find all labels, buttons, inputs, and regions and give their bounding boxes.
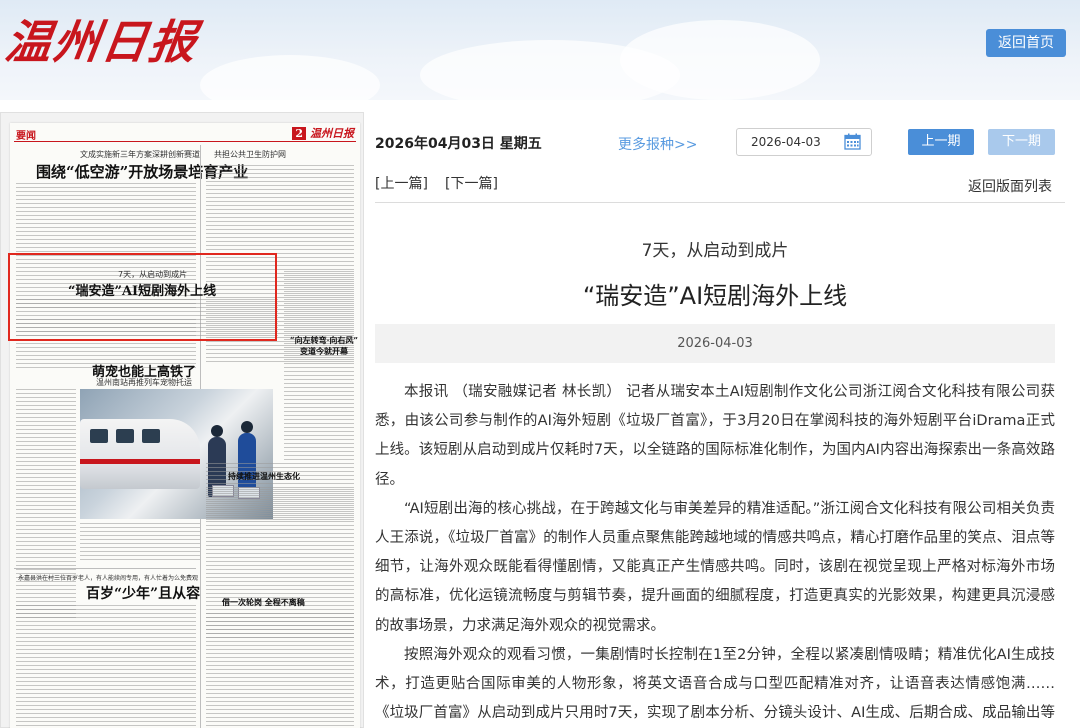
back-to-list-link[interactable]: 返回版面列表 bbox=[968, 176, 1052, 196]
more-papers-link[interactable]: 更多报种>> bbox=[618, 134, 697, 154]
page-section-label: 要闻 bbox=[16, 131, 36, 142]
newspaper-page-panel: 要闻 2 温州日报 文成实施新三年方案深耕创新赛道 围绕“低空游”开放场景培育产业… bbox=[0, 112, 364, 728]
text-block bbox=[206, 613, 354, 728]
cloud-decoration bbox=[620, 20, 820, 100]
story-kicker: 永嘉县洪在村三位百岁老人，有人能续闹专用，有人忙着为么免费观，有人尽量能讲究—— bbox=[18, 575, 198, 582]
page-masthead: 2 温州日报 bbox=[292, 125, 354, 141]
article-date: 2026-04-03 bbox=[375, 324, 1055, 363]
text-block bbox=[284, 363, 354, 463]
cloud-decoration bbox=[200, 55, 380, 100]
calendar-icon[interactable] bbox=[844, 133, 861, 150]
train-window bbox=[116, 429, 134, 443]
page-number: 2 bbox=[292, 127, 306, 140]
site-header: 温州日报 返回首页 bbox=[0, 0, 1080, 100]
section-rule bbox=[14, 568, 196, 569]
story-kicker: 温州南站再推列车宠物托运 bbox=[96, 378, 192, 387]
article-paragraph: 按照海外观众的观看习惯，一集剧情时长控制在1至2分钟，全程以紧凑剧情吸睛；精准优… bbox=[375, 646, 1055, 722]
article-paragraph: “AI短剧出海的核心挑战，在于跨越文化与审美差异的精准适配。”浙江阅合文化科技有… bbox=[375, 500, 1055, 634]
article-paragraph: 本报讯 （瑞安融媒记者 林长凯） 记者从瑞安本土AI短剧制作文化公司浙江阅合文化… bbox=[375, 384, 1055, 488]
train-window bbox=[90, 429, 108, 443]
nav-divider bbox=[375, 202, 1065, 203]
masthead-text: 温州日报 bbox=[310, 127, 354, 140]
text-block bbox=[16, 605, 196, 728]
home-button[interactable]: 返回首页 bbox=[986, 29, 1066, 57]
header-rule bbox=[14, 141, 356, 142]
prev-article-link[interactable]: [上一篇] bbox=[375, 173, 428, 193]
story-headline[interactable]: 共担公共卫生防护网 bbox=[214, 149, 286, 160]
article-body: 本报讯 （瑞安融媒记者 林长凯） 记者从瑞安本土AI短剧制作文化公司浙江阅合文化… bbox=[375, 378, 1055, 728]
newspaper-page-image[interactable]: 要闻 2 温州日报 文成实施新三年方案深耕创新赛道 围绕“低空游”开放场景培育产业… bbox=[10, 123, 360, 728]
story-headline[interactable]: “向左转弯·向右风” 变道今就开幕 bbox=[290, 335, 358, 357]
train-window bbox=[142, 429, 160, 443]
story-headline[interactable]: 借一次轮岗 全程不离稿 bbox=[222, 597, 305, 608]
text-block bbox=[80, 523, 200, 563]
story-headline[interactable]: 持续推进温州生态化 bbox=[228, 471, 300, 482]
article-title: “瑞安造”AI短剧海外上线 bbox=[582, 282, 848, 310]
issue-date-title: 2026年04月03日 星期五 bbox=[375, 136, 542, 152]
story-kicker: 文成实施新三年方案深耕创新赛道 bbox=[80, 150, 200, 159]
site-logo[interactable]: 温州日报 bbox=[1, 6, 202, 72]
next-issue-button[interactable]: 下一期 bbox=[988, 129, 1055, 155]
train-stripe bbox=[80, 459, 200, 464]
current-article-highlight[interactable] bbox=[8, 253, 277, 341]
article-subtitle: 7天，从启动到成片 bbox=[641, 241, 789, 261]
next-article-link[interactable]: [下一篇] bbox=[445, 173, 498, 193]
text-block bbox=[16, 389, 76, 619]
prev-issue-button[interactable]: 上一期 bbox=[908, 129, 974, 155]
story-headline[interactable]: 百岁“少年”且从容 bbox=[86, 583, 200, 603]
